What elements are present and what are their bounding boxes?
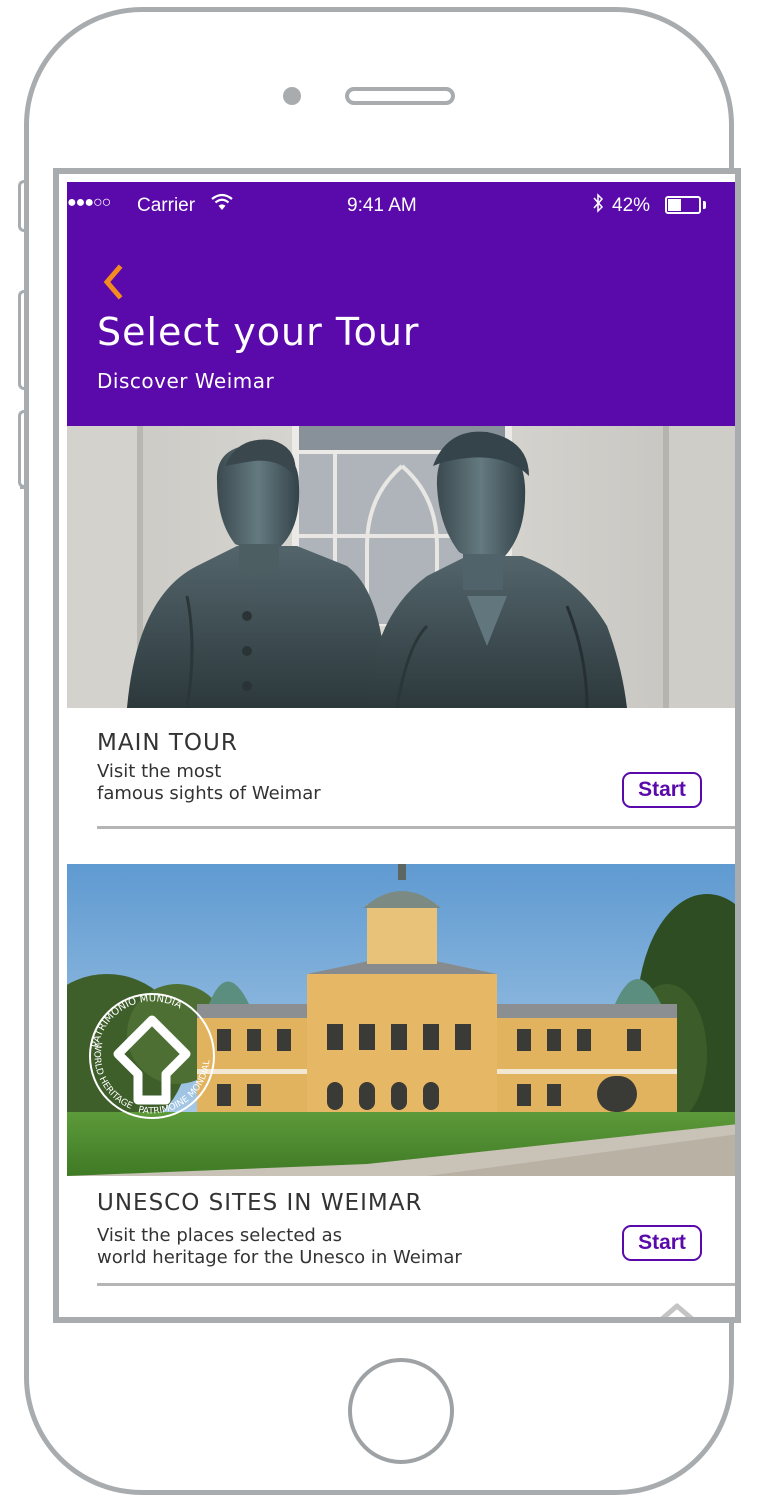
home-button[interactable]: [348, 1358, 454, 1464]
battery-icon: [665, 196, 701, 214]
divider: [97, 826, 735, 829]
bluetooth-icon: [591, 193, 605, 218]
unesco-tour-start-button[interactable]: Start: [622, 1225, 702, 1261]
signal-strength: ●●●○○: [67, 194, 111, 211]
main-tour-title: MAIN TOUR: [97, 730, 238, 756]
divider: [97, 1283, 735, 1286]
main-tour-image[interactable]: [67, 426, 735, 708]
earpiece-speaker: [345, 87, 455, 105]
page-title: Select your Tour: [97, 310, 420, 354]
unesco-tour-image[interactable]: PATRIMONIO MUNDIAL WORLD HERITAGE PATRIM…: [67, 864, 735, 1176]
front-camera: [283, 87, 301, 105]
app-viewport: ●●●○○ Carrier 9:41 AM 42% Select your To…: [67, 182, 735, 1317]
battery-percentage: 42%: [612, 195, 651, 216]
back-button[interactable]: [97, 262, 131, 306]
app-header: ●●●○○ Carrier 9:41 AM 42% Select your To…: [67, 182, 735, 426]
battery-tip: [703, 201, 706, 209]
status-bar: ●●●○○ Carrier 9:41 AM 42%: [67, 182, 735, 232]
unesco-tour-description: Visit the places selected as world herit…: [97, 1225, 462, 1268]
battery-level: [668, 199, 681, 211]
main-tour-description: Visit the most famous sights of Weimar: [97, 761, 321, 804]
main-tour-start-button[interactable]: Start: [622, 772, 702, 808]
unesco-tour-title: UNESCO SITES IN WEIMAR: [97, 1190, 423, 1216]
chevron-up-icon: [660, 1303, 694, 1317]
page-subtitle: Discover Weimar: [97, 369, 275, 393]
status-time: 9:41 AM: [347, 195, 417, 216]
chevron-left-icon: [103, 264, 123, 300]
phone-screen: ●●●○○ Carrier 9:41 AM 42% Select your To…: [53, 168, 741, 1323]
scroll-top-button[interactable]: [657, 1300, 697, 1317]
carrier-name: Carrier: [137, 195, 196, 216]
wifi-icon: [211, 193, 233, 216]
